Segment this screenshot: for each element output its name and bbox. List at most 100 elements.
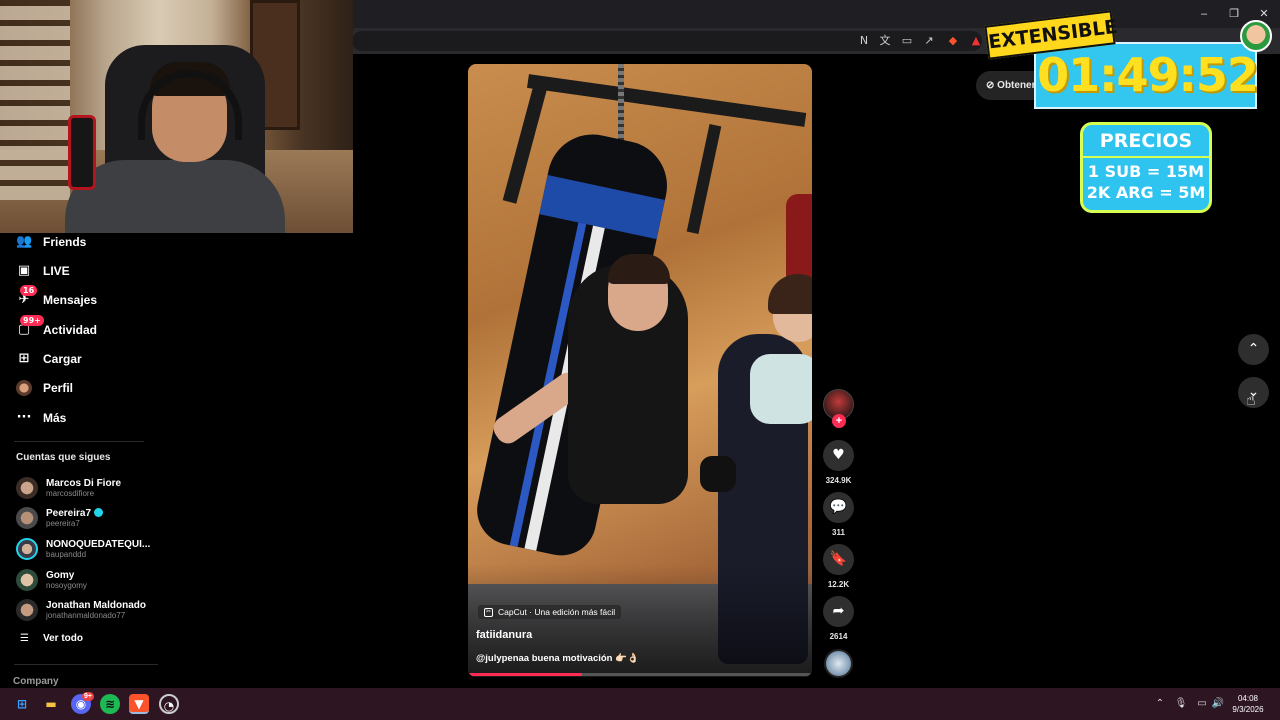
list-icon: ☰ <box>20 633 29 644</box>
previous-video-button[interactable]: ⌃ <box>1238 334 1269 365</box>
sidebar-item-friends[interactable]: 👥 Friends <box>16 231 86 253</box>
heart-icon: ♥ <box>832 447 845 463</box>
clock-date: 9/3/2026 <box>1232 705 1264 714</box>
video-progress-fill <box>468 673 582 676</box>
streamer-avatar <box>1240 20 1272 52</box>
minimize-button[interactable]: – <box>1194 5 1214 23</box>
chevron-up-icon: ⌃ <box>1247 341 1260 357</box>
sidebar-item-label: Friends <box>43 235 87 249</box>
company-link[interactable]: Company <box>13 676 59 687</box>
cast-icon[interactable]: ▭ <box>899 33 915 49</box>
share-arrow-icon: ➦ <box>832 603 845 619</box>
following-username: marcosdifiore <box>46 488 95 498</box>
follow-plus-icon[interactable]: + <box>832 414 846 428</box>
following-item[interactable]: Jonathan Maldonado jonathanmaldonado77 <box>16 597 146 623</box>
sidebar-item-more[interactable]: ··· Más <box>16 407 67 429</box>
following-name: Marcos Di Fiore <box>46 477 122 489</box>
comment-icon: 💬 <box>829 499 848 515</box>
like-count: 324.9K <box>825 476 852 485</box>
microphone-tray-icon[interactable]: 🎙 <box>1174 697 1188 711</box>
friends-icon: 👥 <box>16 234 33 249</box>
network-icon[interactable]: ▭ <box>1195 697 1209 711</box>
video-author[interactable]: fatiidanura <box>476 629 532 641</box>
cam-person-body <box>65 160 285 233</box>
following-name: Peereira7 <box>46 507 104 519</box>
live-icon: ▣ <box>17 263 31 278</box>
sidebar-item-label: Cargar <box>43 352 82 366</box>
sidebar-item-label: LIVE <box>43 264 70 278</box>
video-person-1-hair <box>608 254 670 284</box>
tray-chevron-icon[interactable]: ⌃ <box>1153 697 1167 711</box>
sidebar-item-label: Perfil <box>43 381 74 395</box>
save-count: 12.2K <box>827 580 850 589</box>
more-icon: ··· <box>16 410 32 425</box>
volume-icon[interactable]: 🔊 <box>1211 697 1225 711</box>
upload-icon: ⊞ <box>18 351 30 366</box>
following-item[interactable]: NONOQUEDATEQUI... baupanddd <box>16 536 150 562</box>
activity-badge: 99+ <box>20 315 44 326</box>
hand-cursor-icon: ☝ <box>1246 390 1256 409</box>
like-button[interactable]: ♥ <box>823 440 854 471</box>
following-name: Jonathan Maldonado <box>46 599 146 611</box>
following-item[interactable]: Gomy nosoygomy <box>16 567 87 593</box>
translate-icon[interactable]: 文 <box>877 33 893 49</box>
video-caption: @julypenaa buena motivación 👉🏻👌🏻 <box>476 653 639 664</box>
following-item[interactable]: Marcos Di Fiore marcosdifiore <box>16 475 121 501</box>
sidebar-divider <box>14 664 158 665</box>
reader-icon[interactable]: N <box>856 33 872 49</box>
windows-start-icon[interactable]: ⊞ <box>12 694 32 714</box>
following-name-text: Peereira7 <box>46 507 92 519</box>
clock-time: 04:08 <box>1237 694 1259 703</box>
sidebar-item-messages[interactable]: ✈ 16 Mensajes <box>16 285 97 311</box>
profile-avatar <box>16 380 32 396</box>
price-line: 2K ARG = 5M <box>1086 183 1206 202</box>
brave-shield-icon[interactable]: ◆ <box>945 33 961 49</box>
prices-divider <box>1083 156 1209 158</box>
video-chain <box>618 64 624 149</box>
video-person-2-hair <box>768 274 812 314</box>
spotify-icon[interactable]: ≋ <box>100 694 120 714</box>
sidebar-item-live[interactable]: ▣ LIVE <box>16 260 70 282</box>
video-bracket <box>502 84 548 204</box>
video-player[interactable]: ✂ CapCut · Una edición más fácil fatiida… <box>468 64 812 677</box>
video-bracket <box>686 123 722 235</box>
activity-icon: ▢ 99+ <box>16 315 44 338</box>
sidebar-item-profile[interactable]: Perfil <box>16 377 73 399</box>
music-disc[interactable] <box>824 649 853 678</box>
video-person-2-top <box>750 354 812 424</box>
share-icon[interactable]: ↗ <box>921 33 937 49</box>
countdown-timer: 01:49:52 <box>1034 42 1259 109</box>
sidebar-item-activity[interactable]: ▢ 99+ Actividad <box>16 315 97 341</box>
share-button[interactable]: ➦ <box>823 596 854 627</box>
capcut-tag[interactable]: ✂ CapCut · Una edición más fácil <box>478 605 622 619</box>
sidebar-item-label: Más <box>43 411 67 425</box>
bookmark-icon: 🔖 <box>829 551 848 567</box>
following-name: NONOQUEDATEQUI... <box>46 538 151 550</box>
save-button[interactable]: 🔖 <box>823 544 854 575</box>
following-item[interactable]: Peereira7 peereira7 <box>16 505 104 531</box>
capcut-icon: ✂ <box>484 607 493 617</box>
following-username: baupanddd <box>46 549 87 559</box>
brave-browser-icon[interactable]: ▼ <box>129 694 149 714</box>
cam-stairs <box>0 0 70 200</box>
restore-button[interactable]: ❐ <box>1224 5 1244 23</box>
avatar <box>16 477 38 499</box>
webcam-overlay <box>0 0 353 233</box>
taskbar-clock[interactable]: 04:08 9/3/2026 <box>1226 693 1270 715</box>
price-line: 1 SUB = 15M <box>1087 162 1205 181</box>
comment-button[interactable]: 💬 <box>823 492 854 523</box>
avatar <box>16 569 38 591</box>
discord-badge: 9+ <box>82 692 94 701</box>
messages-icon: ✈ 16 <box>16 285 38 308</box>
brave-rewards-icon[interactable]: ▲ <box>968 33 984 49</box>
verified-icon <box>94 508 104 518</box>
following-username: jonathanmaldonado77 <box>46 610 126 620</box>
share-count: 2614 <box>829 632 848 641</box>
sidebar-item-upload[interactable]: ⊞ Cargar <box>16 348 82 370</box>
obs-icon[interactable]: ◔ <box>159 694 179 714</box>
microphone-icon <box>68 115 96 190</box>
app-icon: ⊘ <box>986 80 998 91</box>
file-explorer-icon[interactable]: ▬ <box>41 694 61 714</box>
see-all-link[interactable]: ☰ Ver todo <box>20 633 83 644</box>
boxing-glove <box>700 456 736 492</box>
